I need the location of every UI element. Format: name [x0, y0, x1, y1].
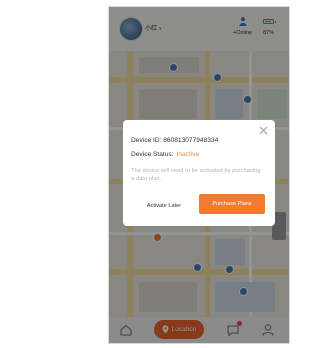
device-id-label: Device ID:	[131, 137, 162, 144]
device-status-value: Inactive	[176, 151, 200, 158]
device-activation-dialog: Device ID: 860813077948334 Device Status…	[123, 120, 275, 226]
purchase-plans-button[interactable]: Purchase Plans	[199, 194, 265, 214]
device-status-label: Device Status:	[131, 151, 174, 158]
device-id-row: Device ID: 860813077948334	[131, 137, 218, 144]
phone-screen: 小红 ▾ +Online 87% Location Device ID: 860…	[108, 6, 290, 344]
device-status-row: Device Status: Inactive	[131, 151, 199, 158]
activate-later-button[interactable]: Activate Later	[133, 197, 195, 215]
device-id-value: 860813077948334	[163, 137, 219, 144]
close-icon[interactable]	[259, 126, 268, 135]
activation-note: The device will need to be activated by …	[131, 168, 261, 182]
